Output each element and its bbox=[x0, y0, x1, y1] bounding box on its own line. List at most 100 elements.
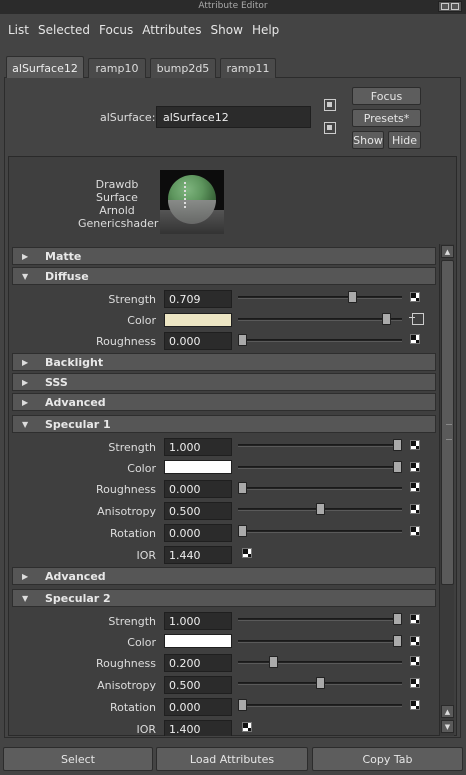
spec2-ior-field[interactable]: 1.400 bbox=[164, 720, 232, 736]
focus-button[interactable]: Focus bbox=[352, 87, 421, 105]
section-matte[interactable]: ▶ Matte bbox=[12, 247, 436, 265]
spec1-rotation-slider[interactable] bbox=[238, 525, 402, 537]
spec1-color-label: Color bbox=[127, 462, 156, 475]
spec2-rotation-field[interactable]: 0.000 bbox=[164, 698, 232, 716]
spec2-color-slider[interactable] bbox=[238, 635, 402, 647]
slider-handle[interactable] bbox=[238, 699, 247, 711]
menu-show[interactable]: Show bbox=[211, 23, 243, 37]
spec2-rotation-slider[interactable] bbox=[238, 699, 402, 711]
spec1-roughness-field[interactable]: 0.000 bbox=[164, 480, 232, 498]
diffuse-color-swatch[interactable] bbox=[164, 313, 232, 327]
slider-handle[interactable] bbox=[393, 635, 402, 647]
spec2-roughness-field[interactable]: 0.200 bbox=[164, 654, 232, 672]
spec2-color-swatch[interactable] bbox=[164, 634, 232, 648]
slider-handle[interactable] bbox=[393, 613, 402, 625]
vertical-scrollbar[interactable]: ▲ ▲ ▼ bbox=[439, 244, 454, 736]
spec1-strength-slider[interactable] bbox=[238, 439, 402, 451]
presets-button[interactable]: Presets* bbox=[352, 109, 421, 127]
checker-icon[interactable] bbox=[410, 614, 420, 624]
spec1-anisotropy-field[interactable]: 0.500 bbox=[164, 502, 232, 520]
spec2-strength-field[interactable]: 1.000 bbox=[164, 612, 232, 630]
slider-handle[interactable] bbox=[269, 656, 278, 668]
section-backlight[interactable]: ▶ Backlight bbox=[12, 353, 436, 371]
slider-handle[interactable] bbox=[238, 482, 247, 494]
copy-tab-button[interactable]: Copy Tab bbox=[312, 747, 463, 771]
diffuse-color-slider[interactable] bbox=[238, 313, 402, 325]
section-advanced-2[interactable]: ▶ Advanced bbox=[12, 567, 436, 585]
spec1-strength-field[interactable]: 1.000 bbox=[164, 438, 232, 456]
checker-icon[interactable] bbox=[410, 504, 420, 514]
tab-ramp11[interactable]: ramp11 bbox=[220, 58, 276, 78]
diffuse-roughness-slider[interactable] bbox=[238, 334, 402, 346]
spec1-roughness-slider[interactable] bbox=[238, 482, 402, 494]
attribute-scroll-area[interactable]: ▶ Matte ▼ Diffuse Strength 0.709 Color R… bbox=[12, 244, 436, 736]
spec2-anisotropy-field[interactable]: 0.500 bbox=[164, 676, 232, 694]
section-advanced[interactable]: ▶ Advanced bbox=[12, 393, 436, 411]
checker-icon[interactable] bbox=[410, 334, 420, 344]
scroll-thumb[interactable] bbox=[441, 260, 454, 585]
spec1-ior-label: IOR bbox=[136, 549, 156, 562]
section-specular-1[interactable]: ▼ Specular 1 bbox=[12, 415, 436, 433]
input-connection-icon[interactable] bbox=[324, 99, 336, 111]
scroll-up-icon-lower[interactable]: ▲ bbox=[441, 705, 454, 718]
diffuse-roughness-field[interactable]: 0.000 bbox=[164, 332, 232, 350]
menu-selected[interactable]: Selected bbox=[38, 23, 90, 37]
checker-icon[interactable] bbox=[410, 482, 420, 492]
hide-button[interactable]: Hide bbox=[388, 131, 421, 149]
output-connection-icon[interactable] bbox=[324, 122, 336, 134]
spec1-color-swatch[interactable] bbox=[164, 460, 232, 474]
spec2-strength-slider[interactable] bbox=[238, 613, 402, 625]
diffuse-strength-label: Strength bbox=[108, 293, 156, 306]
scroll-up-icon[interactable]: ▲ bbox=[441, 245, 454, 258]
tab-alsurface12[interactable]: alSurface12 bbox=[6, 56, 84, 79]
checker-icon[interactable] bbox=[410, 678, 420, 688]
load-attributes-button[interactable]: Load Attributes bbox=[156, 747, 308, 771]
spec2-rotation-label: Rotation bbox=[109, 701, 156, 714]
spec2-anisotropy-slider[interactable] bbox=[238, 677, 402, 689]
slider-handle[interactable] bbox=[393, 439, 402, 451]
diffuse-strength-slider[interactable] bbox=[238, 291, 402, 303]
spec1-anisotropy-slider[interactable] bbox=[238, 503, 402, 515]
restore-icon[interactable] bbox=[441, 3, 449, 10]
checker-icon[interactable] bbox=[410, 462, 420, 472]
spec1-rotation-field[interactable]: 0.000 bbox=[164, 524, 232, 542]
node-tabs: alSurface12 ramp10 bump2d5 ramp11 bbox=[4, 56, 461, 79]
checker-icon[interactable] bbox=[410, 526, 420, 536]
slider-handle[interactable] bbox=[393, 461, 402, 473]
slider-handle[interactable] bbox=[238, 334, 247, 346]
checker-icon[interactable] bbox=[410, 656, 420, 666]
spec1-color-slider[interactable] bbox=[238, 461, 402, 473]
select-button[interactable]: Select bbox=[3, 747, 153, 771]
tab-ramp10[interactable]: ramp10 bbox=[88, 58, 146, 78]
scroll-down-icon[interactable]: ▼ bbox=[441, 720, 454, 733]
menu-attributes[interactable]: Attributes bbox=[142, 23, 201, 37]
spec2-roughness-label: Roughness bbox=[95, 657, 156, 670]
section-specular-2[interactable]: ▼ Specular 2 bbox=[12, 589, 436, 607]
slider-handle[interactable] bbox=[382, 313, 391, 325]
checker-icon[interactable] bbox=[242, 722, 252, 732]
menu-focus[interactable]: Focus bbox=[99, 23, 133, 37]
diffuse-strength-field[interactable]: 0.709 bbox=[164, 290, 232, 308]
slider-handle[interactable] bbox=[348, 291, 357, 303]
menu-help[interactable]: Help bbox=[252, 23, 279, 37]
slider-handle[interactable] bbox=[316, 677, 325, 689]
slider-handle[interactable] bbox=[238, 525, 247, 537]
checker-icon[interactable] bbox=[410, 700, 420, 710]
section-diffuse[interactable]: ▼ Diffuse bbox=[12, 267, 436, 285]
checker-icon[interactable] bbox=[410, 440, 420, 450]
slider-handle[interactable] bbox=[316, 503, 325, 515]
spec1-ior-field[interactable]: 1.440 bbox=[164, 546, 232, 564]
checker-icon[interactable] bbox=[410, 636, 420, 646]
checker-icon[interactable] bbox=[242, 548, 252, 558]
checker-icon[interactable] bbox=[410, 292, 420, 302]
show-button[interactable]: Show bbox=[352, 131, 384, 149]
close-icon[interactable] bbox=[451, 3, 459, 10]
window-buttons[interactable] bbox=[438, 1, 462, 12]
node-name-field[interactable]: alSurface12 bbox=[156, 106, 311, 128]
section-sss[interactable]: ▶ SSS bbox=[12, 373, 436, 391]
material-swatch[interactable] bbox=[160, 170, 224, 234]
map-connect-icon[interactable] bbox=[409, 313, 424, 325]
menu-list[interactable]: List bbox=[8, 23, 29, 37]
tab-bump2d5[interactable]: bump2d5 bbox=[150, 58, 216, 78]
spec2-roughness-slider[interactable] bbox=[238, 656, 402, 668]
